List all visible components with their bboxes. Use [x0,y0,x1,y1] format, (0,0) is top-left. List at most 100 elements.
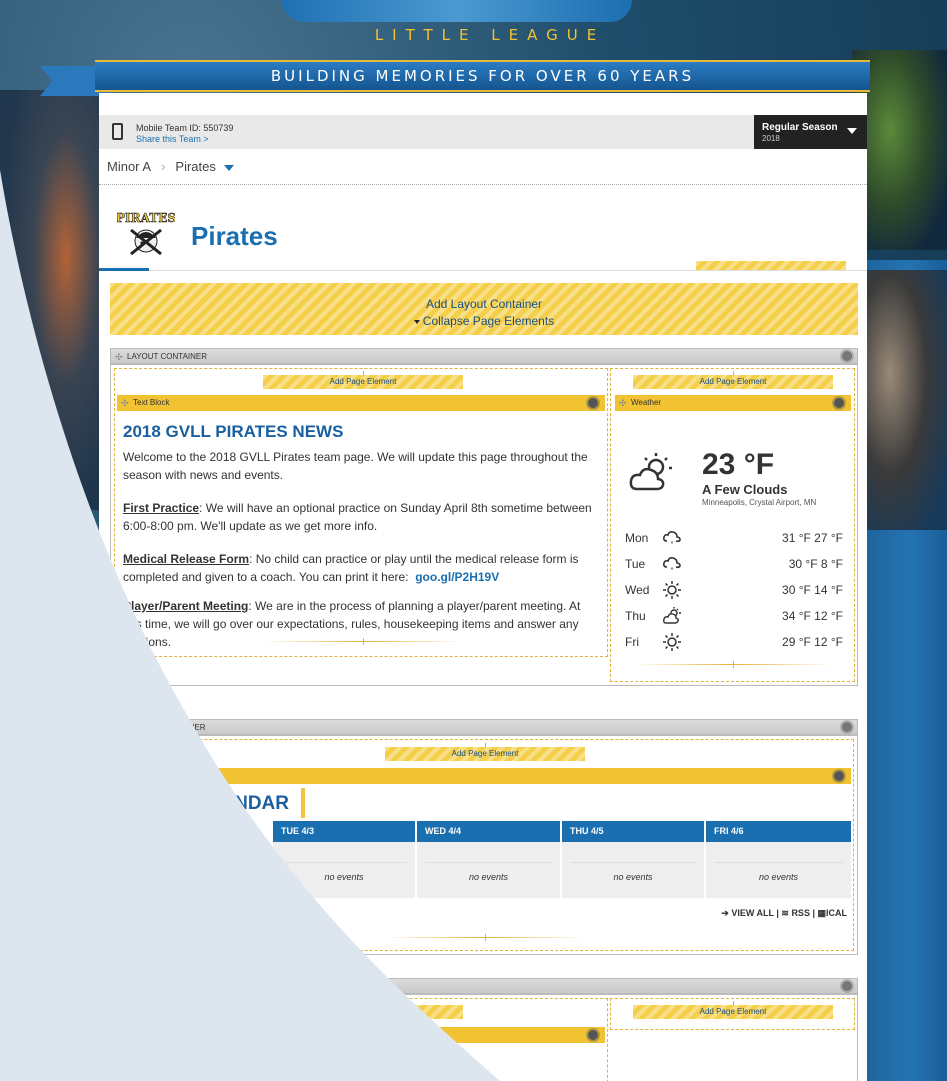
banner-tagline: BUILDING MEMORIES FOR OVER 60 YEARS [270,67,695,85]
news-title: 2018 GVLL PIRATES NEWS [123,422,344,441]
calendar-title-text: ENDAR [221,793,289,814]
breadcrumb-division[interactable]: Minor A [107,159,151,174]
forecast-day: Thu [625,609,646,623]
forecast-temps: 29 °F 12 °F [782,635,843,649]
calendar-day-cell: no events [706,842,851,898]
gear-icon[interactable] [588,1030,598,1040]
calendar-day-label: TUE 4/3 [281,826,315,836]
move-icon[interactable]: ✣ [619,398,627,409]
no-events-label: no events [324,872,364,882]
forecast-temps: 34 °F 12 °F [782,609,843,623]
meeting-text-3: uestions. [123,635,172,649]
add-page-element-button[interactable]: Add Page Element [385,743,585,761]
layout-container-header[interactable]: NTAINER [110,719,858,735]
no-events-label: no events [613,872,653,882]
drop-zone-line [633,661,833,668]
gear-icon[interactable] [588,398,598,408]
weather-label: Weather [631,398,662,407]
text-block-header[interactable]: ✣ Text Block [117,395,605,411]
add-layout-container-button[interactable]: Add Layout Container [110,297,858,311]
forecast-day: Mon [625,531,649,545]
gear-icon[interactable] [842,351,852,361]
forecast-row: Tue * 30 °F 8 °F [625,555,843,575]
forecast-row: Wed 30 °F 14 °F [625,581,843,601]
view-all-link[interactable]: VIEW ALL [731,908,774,918]
current-condition: A Few Clouds [702,482,788,497]
forecast-day: Wed [625,583,650,597]
season-year: 2018 [762,134,780,143]
collapse-page-elements-button[interactable]: Collapse Page Elements [110,314,858,328]
news-meeting: Player/Parent Meeting: We are in the pro… [123,597,601,651]
gear-icon[interactable] [834,398,844,408]
calendar-day-label: WED 4/4 [425,826,462,836]
season-selector[interactable]: Regular Season 2018 [754,115,867,149]
calendar-day-header: FRI 4/6 [706,821,851,842]
rss-link[interactable]: RSS [791,908,810,918]
layout-container-header[interactable] [110,978,858,994]
calendar-icon: ▦ [817,908,826,918]
season-label: Regular Season [762,122,838,133]
meeting-heading: Player/Parent Meeting [123,599,249,613]
element-header[interactable] [117,1027,605,1043]
share-team-link[interactable]: Share this Team > [136,134,209,144]
calendar-title: ENDAR [115,788,305,818]
add-page-element-button[interactable]: Add Page Element [633,371,833,389]
forecast-row: Mon * 31 °F 27 °F [625,529,843,549]
news-intro: Welcome to the 2018 GVLL Pirates team pa… [123,450,588,482]
add-page-element-button[interactable]: Add Page Element [633,1001,833,1019]
calendar-day-cell: no events [417,842,560,898]
partly-cloudy-icon [629,453,672,491]
gear-icon[interactable] [842,981,852,991]
weather-column: Add Page Element ✣ Weather 23 °F A Few C… [610,368,855,682]
forecast-day: Tue [625,557,646,571]
move-icon[interactable]: ✣ [115,352,123,363]
forecast-temps: 30 °F 8 °F [788,557,843,571]
phone-icon [112,123,123,140]
weather-location: Minneapolis, Crystal Airport, MN [702,498,817,507]
background-player-left [0,90,110,510]
calendar-day-header: THU 4/5 [562,821,704,842]
news-practice: First Practice: We will have an optional… [123,499,601,535]
page-title: Pirates [191,221,278,251]
current-temperature: 23 °F [702,448,775,481]
add-page-element-button[interactable] [263,1001,463,1019]
mobile-bar: Mobile Team ID: 550739 Share this Team >… [99,115,867,149]
svg-text:*: * [671,541,674,547]
news-column: Add Page Element ✣ Text Block 2018 GVLL … [114,368,608,657]
chevron-down-icon [847,128,857,134]
cloud-snow-icon: * [663,531,681,547]
meeting-text-2: this time, we will go over our expectati… [123,617,579,631]
arrow-right-icon: ➔ [721,908,729,918]
calendar-day-label: THU 4/5 [570,826,604,836]
partly-cloudy-icon [663,607,681,624]
rss-icon: ≋ [781,908,789,918]
main-page: Mobile Team ID: 550739 Share this Team >… [99,93,867,1081]
medical-form-link[interactable]: goo.gl/P2H19V [415,570,499,584]
left-column [114,998,608,1081]
add-layout-container-strip: Add Layout Container Collapse Page Eleme… [110,283,858,335]
text-block-label: Text Block [133,398,170,407]
calendar-header-bar[interactable] [117,768,851,784]
team-logo: PIRATES [117,211,175,256]
league-logo [282,0,632,22]
add-page-element-button[interactable]: Add Page Element [263,371,463,389]
right-column: Add Page Element [610,998,855,1030]
title-accent-blue [99,268,149,271]
caret-icon [413,319,420,324]
layout-container-header[interactable]: ✣ LAYOUT CONTAINER [110,348,858,364]
collapse-label: Collapse Page Elements [422,314,555,328]
layout-container-body: Add Page Element [110,994,858,1081]
ical-link[interactable]: ICAL [826,908,847,918]
move-icon[interactable]: ✣ [121,398,129,409]
calendar-column: Add Page Element ENDAR TUE 4/3 WED 4/4 T… [114,739,854,951]
gear-icon[interactable] [834,771,844,781]
gear-icon[interactable] [842,722,852,732]
breadcrumb-team[interactable]: Pirates [175,159,215,174]
team-dropdown-icon[interactable] [223,164,234,171]
calendar-links: ➔ VIEW ALL | ≋ RSS | ▦ICAL [721,908,847,918]
medical-heading: Medical Release Form [123,552,250,566]
drop-zone-line [263,638,463,645]
calendar-day-cell: no events [562,842,704,898]
weather-header[interactable]: ✣ Weather [615,395,851,411]
league-logo-subtitle: LITTLE LEAGUE [374,26,606,44]
